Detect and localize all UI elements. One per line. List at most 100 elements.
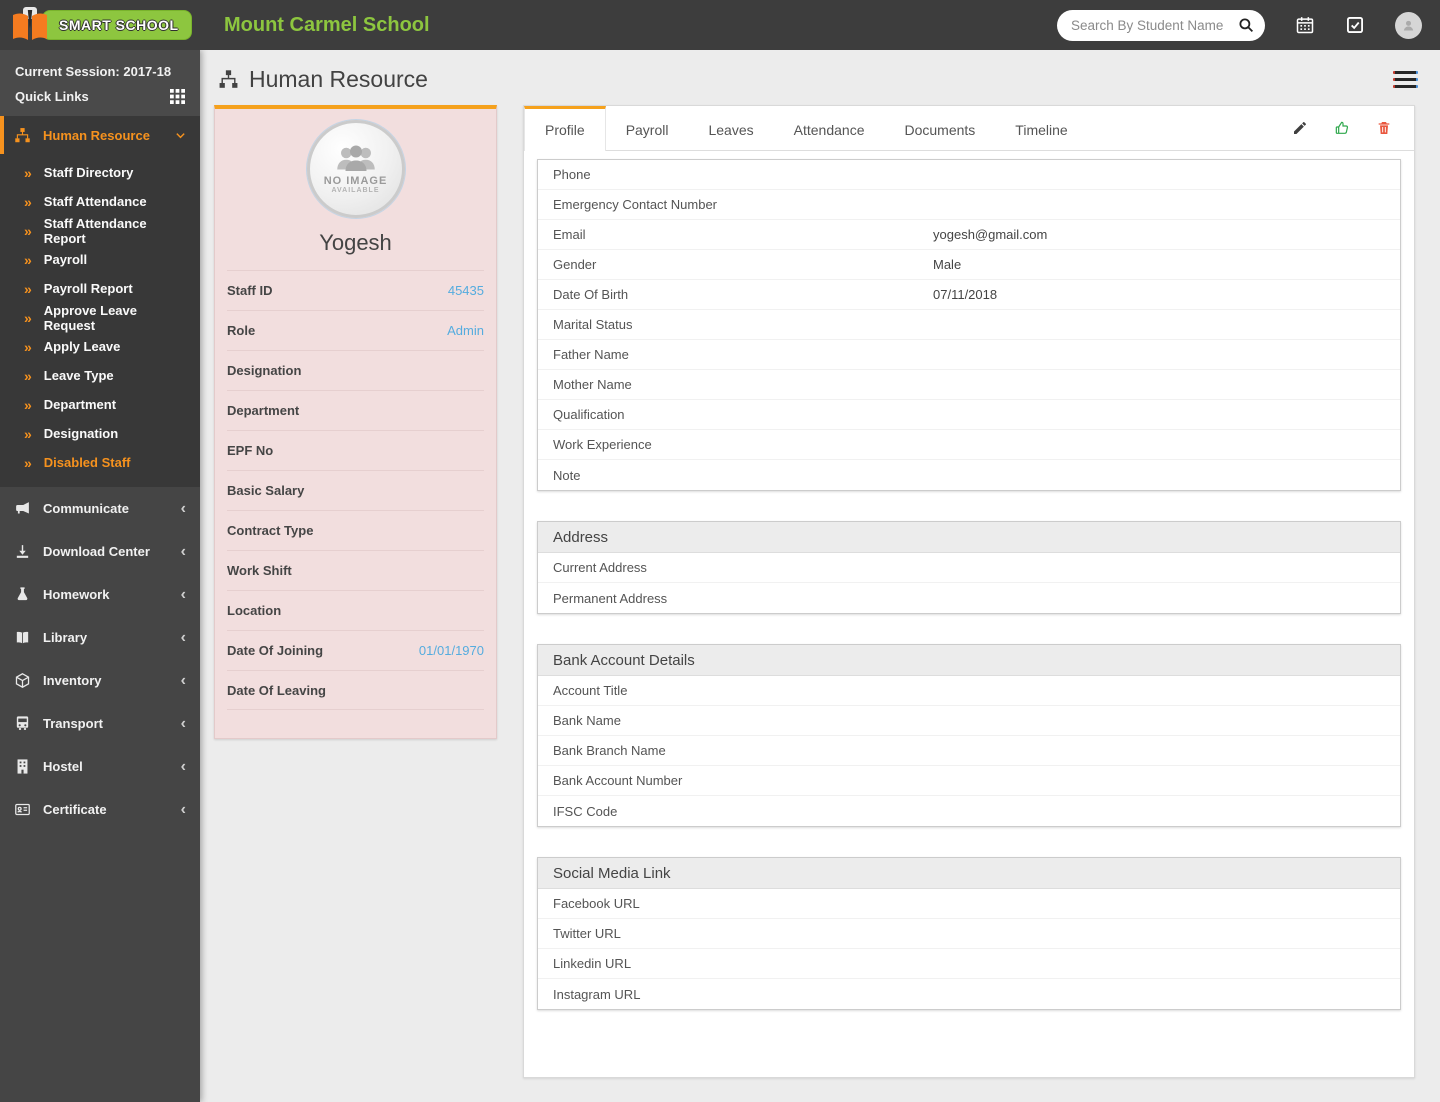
sidebar-item-hostel[interactable]: Hostel ‹: [0, 745, 200, 788]
double-chevron-icon: »: [24, 310, 32, 326]
sidebar-item-transport[interactable]: Transport ‹: [0, 702, 200, 745]
sidebar-item-communicate[interactable]: Communicate ‹: [0, 487, 200, 530]
field-label: Date Of Birth: [553, 287, 933, 302]
tab-profile[interactable]: Profile: [524, 106, 606, 151]
hr-submenu: »Staff Directory »Staff Attendance »Staf…: [0, 154, 200, 487]
main-content: Human Resource NO IMAGE AVAILABLE Yogesh…: [200, 50, 1440, 1102]
double-chevron-icon: »: [24, 455, 32, 471]
row-label: Role: [227, 323, 255, 338]
double-chevron-icon: »: [24, 194, 32, 210]
sidebar-subitem-staff-directory[interactable]: »Staff Directory: [0, 158, 200, 187]
basic-info-card: Phone Emergency Contact Number Emailyoge…: [537, 159, 1401, 491]
double-chevron-icon: »: [24, 165, 32, 181]
menu-toggle-button[interactable]: [1393, 71, 1418, 88]
field-label: Email: [553, 227, 933, 242]
tab-documents[interactable]: Documents: [884, 106, 995, 150]
subitem-label: Staff Attendance Report: [44, 216, 190, 246]
field-row-linkedin-url: Linkedin URL: [538, 949, 1400, 979]
double-chevron-icon: »: [24, 368, 32, 384]
profile-tab-content: Phone Emergency Contact Number Emailyoge…: [524, 151, 1414, 1045]
summary-row-contract-type: Contract Type: [227, 510, 484, 550]
app-logo[interactable]: SMART SCHOOL: [10, 7, 200, 43]
staff-photo-placeholder: NO IMAGE AVAILABLE: [307, 120, 405, 218]
field-label: Instagram URL: [553, 987, 933, 1002]
row-value: Admin: [447, 323, 484, 338]
sidebar-item-certificate[interactable]: Certificate ‹: [0, 788, 200, 831]
field-row-phone: Phone: [538, 160, 1400, 190]
field-label: Current Address: [553, 560, 933, 575]
search-input[interactable]: [1071, 18, 1237, 33]
summary-row-work-shift: Work Shift: [227, 550, 484, 590]
row-value: 45435: [448, 283, 484, 298]
sidebar-subitem-staff-attendance[interactable]: »Staff Attendance: [0, 187, 200, 216]
calendar-icon[interactable]: [1295, 15, 1315, 35]
search-icon[interactable]: [1237, 16, 1255, 34]
section-title: Address: [538, 522, 1400, 553]
field-label: Father Name: [553, 347, 933, 362]
id-card-icon: [14, 801, 31, 818]
sidebar-subitem-payroll[interactable]: » Payroll: [0, 245, 200, 274]
subitem-label: Payroll Report: [44, 281, 133, 296]
sidebar-subitem-payroll-report[interactable]: »Payroll Report: [0, 274, 200, 303]
app-header: SMART SCHOOL Mount Carmel School: [0, 0, 1440, 50]
staff-detail-panel: Profile Payroll Leaves Attendance Docume…: [523, 105, 1415, 1078]
sidebar-item-download-center[interactable]: Download Center ‹: [0, 530, 200, 573]
sidebar-subitem-apply-leave[interactable]: » Apply Leave: [0, 332, 200, 361]
tab-timeline[interactable]: Timeline: [995, 106, 1087, 150]
chevron-left-icon: ‹: [181, 802, 186, 818]
field-row-facebook-url: Facebook URL: [538, 889, 1400, 919]
chevron-left-icon: ‹: [181, 544, 186, 560]
menu-label: Inventory: [43, 673, 102, 688]
field-row-gender: GenderMale: [538, 250, 1400, 280]
subitem-label: Leave Type: [44, 368, 114, 383]
field-label: Permanent Address: [553, 591, 933, 606]
sidebar-subitem-disabled-staff[interactable]: »Disabled Staff: [0, 448, 200, 477]
tab-leaves[interactable]: Leaves: [688, 106, 773, 150]
box-icon: [14, 672, 31, 689]
tab-attendance[interactable]: Attendance: [774, 106, 885, 150]
trash-icon[interactable]: [1376, 120, 1392, 136]
sidebar-item-library[interactable]: Library ‹: [0, 616, 200, 659]
row-label: Basic Salary: [227, 483, 304, 498]
sidebar-subitem-leave-type[interactable]: » Leave Type: [0, 361, 200, 390]
page-title: Human Resource: [249, 66, 428, 93]
megaphone-icon: [14, 500, 31, 517]
staff-summary-card: NO IMAGE AVAILABLE Yogesh Staff ID45435 …: [214, 105, 497, 739]
sidebar-subitem-department[interactable]: »Department: [0, 390, 200, 419]
summary-row-designation: Designation: [227, 350, 484, 390]
field-row-ifsc-code: IFSC Code: [538, 796, 1400, 826]
no-image-text: NO IMAGE: [324, 175, 388, 187]
sidebar-item-human-resource[interactable]: Human Resource: [0, 116, 200, 154]
sidebar-subitem-designation[interactable]: »Designation: [0, 419, 200, 448]
subitem-label: Payroll: [44, 252, 87, 267]
double-chevron-icon: »: [24, 339, 32, 355]
double-chevron-icon: »: [24, 252, 32, 268]
summary-row-role: Role Admin: [227, 310, 484, 350]
book-icon: [14, 629, 31, 646]
field-row-date-of-birth: Date Of Birth07/11/2018: [538, 280, 1400, 310]
user-avatar[interactable]: [1395, 12, 1422, 39]
student-search[interactable]: [1057, 10, 1265, 41]
field-row-twitter-url: Twitter URL: [538, 919, 1400, 949]
sidebar-item-homework[interactable]: Homework ‹: [0, 573, 200, 616]
edit-pencil-icon[interactable]: [1292, 120, 1308, 136]
no-image-subtext: AVAILABLE: [331, 187, 379, 194]
sidebar-subitem-approve-leave-request[interactable]: »Approve Leave Request: [0, 303, 200, 332]
summary-row-location: Location: [227, 590, 484, 630]
field-label: Phone: [553, 167, 933, 182]
row-label: Work Shift: [227, 563, 292, 578]
field-row-mother-name: Mother Name: [538, 370, 1400, 400]
people-silhouette-icon: [330, 144, 382, 174]
thumbs-up-icon[interactable]: [1334, 120, 1350, 136]
tasks-check-icon[interactable]: [1345, 15, 1365, 35]
quick-links-label: Quick Links: [15, 89, 89, 104]
quick-links[interactable]: Quick Links: [15, 83, 185, 104]
subitem-label: Apply Leave: [44, 339, 121, 354]
field-label: Bank Name: [553, 713, 933, 728]
field-label: Work Experience: [553, 437, 933, 452]
sidebar-item-inventory[interactable]: Inventory ‹: [0, 659, 200, 702]
tab-payroll[interactable]: Payroll: [606, 106, 689, 150]
sidebar-subitem-staff-attendance-report[interactable]: »Staff Attendance Report: [0, 216, 200, 245]
field-label: Bank Account Number: [553, 773, 933, 788]
field-label: Gender: [553, 257, 933, 272]
